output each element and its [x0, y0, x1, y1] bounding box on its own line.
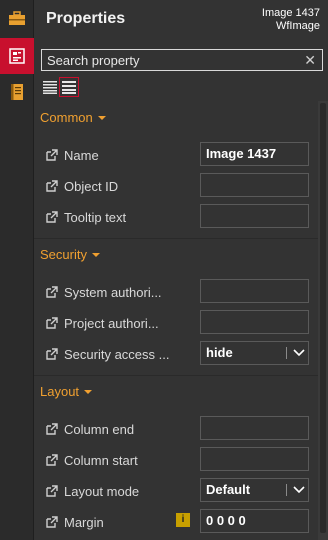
- chevron-down-icon: [293, 349, 305, 357]
- select-separator: [286, 484, 287, 496]
- toolbox-button[interactable]: [0, 0, 34, 36]
- section-title: Common: [40, 110, 93, 125]
- chevron-down-icon: [293, 486, 305, 494]
- section-common-header[interactable]: Common: [40, 110, 106, 125]
- section-title: Layout: [40, 384, 80, 399]
- compact-view-toggle[interactable]: [40, 77, 60, 97]
- property-label: Layout mode: [64, 484, 140, 499]
- info-icon[interactable]: i: [176, 513, 190, 527]
- property-label: Security access ...: [64, 347, 170, 362]
- property-row-name: Name Image 1437: [34, 142, 318, 168]
- panel-title: Properties: [46, 10, 126, 27]
- search-input[interactable]: [47, 51, 297, 69]
- section-layout-header[interactable]: Layout: [40, 384, 93, 399]
- property-label: Object ID: [64, 179, 119, 194]
- security-access-select[interactable]: hide: [200, 341, 309, 365]
- select-value: hide: [206, 345, 233, 360]
- object-name: Image 1437: [261, 7, 320, 19]
- object-type: WfImage: [275, 20, 320, 32]
- external-link-icon[interactable]: [46, 211, 58, 223]
- property-label: Tooltip text: [64, 210, 127, 225]
- property-row-object-id: Object ID: [34, 173, 318, 199]
- properties-button[interactable]: [0, 38, 34, 74]
- select-value: Default: [206, 482, 251, 497]
- caret-down-icon: [84, 389, 93, 394]
- section-divider: [34, 238, 318, 239]
- property-row-project-authorization: Project authori...: [34, 310, 318, 336]
- list-compact-icon: [43, 81, 57, 94]
- vertical-scrollbar[interactable]: [318, 101, 328, 540]
- property-row-tooltip-text: Tooltip text: [34, 204, 318, 230]
- section-security-header[interactable]: Security: [40, 247, 100, 262]
- property-row-layout-mode: Layout mode Default: [34, 478, 318, 504]
- section-divider: [34, 375, 318, 376]
- external-link-icon[interactable]: [46, 149, 58, 161]
- caret-down-icon: [97, 115, 106, 120]
- external-link-icon[interactable]: [46, 454, 58, 466]
- panel-header: Properties Image 1437 WfImage: [34, 0, 328, 44]
- expanded-view-toggle[interactable]: [59, 77, 79, 97]
- property-row-system-authorization: System authori...: [34, 279, 318, 305]
- property-value-field[interactable]: [200, 204, 309, 228]
- section-title: Security: [40, 247, 87, 262]
- property-value-field[interactable]: Image 1437: [200, 142, 309, 166]
- external-link-icon[interactable]: [46, 348, 58, 360]
- external-link-icon[interactable]: [46, 423, 58, 435]
- property-label: System authori...: [64, 285, 162, 300]
- property-label: Margin: [64, 515, 104, 530]
- property-row-column-end: Column end: [34, 416, 318, 442]
- property-value-field[interactable]: [200, 310, 309, 334]
- property-label: Name: [64, 148, 99, 163]
- property-label: Column start: [64, 453, 138, 468]
- external-link-icon[interactable]: [46, 286, 58, 298]
- external-link-icon[interactable]: [46, 516, 58, 528]
- external-link-icon[interactable]: [46, 180, 58, 192]
- property-value-field[interactable]: [200, 447, 309, 471]
- property-value-field[interactable]: [200, 279, 309, 303]
- scrollbar-thumb[interactable]: [320, 103, 326, 533]
- document-button[interactable]: [0, 74, 34, 110]
- left-toolbar: [0, 0, 34, 540]
- properties-icon: [9, 48, 25, 64]
- list-expanded-icon: [62, 81, 76, 94]
- close-icon[interactable]: ✕: [304, 52, 316, 68]
- property-label: Project authori...: [64, 316, 159, 331]
- property-list: Common Name Image 1437 Object ID Tooltip…: [34, 101, 318, 540]
- toolbox-icon: [9, 11, 25, 25]
- selected-object-info: Image 1437 WfImage: [262, 7, 320, 33]
- document-icon: [11, 84, 23, 100]
- caret-down-icon: [91, 252, 100, 257]
- property-row-margin: Margin i 0 0 0 0: [34, 509, 318, 535]
- property-label: Column end: [64, 422, 135, 437]
- property-row-security-access: Security access ... hide: [34, 341, 318, 367]
- property-value-field[interactable]: 0 0 0 0: [200, 509, 309, 533]
- external-link-icon[interactable]: [46, 317, 58, 329]
- property-value-field[interactable]: [200, 416, 309, 440]
- select-separator: [286, 347, 287, 359]
- layout-mode-select[interactable]: Default: [200, 478, 309, 502]
- property-value-field[interactable]: [200, 173, 309, 197]
- search-box: ✕: [41, 49, 323, 71]
- external-link-icon[interactable]: [46, 485, 58, 497]
- property-row-column-start: Column start: [34, 447, 318, 473]
